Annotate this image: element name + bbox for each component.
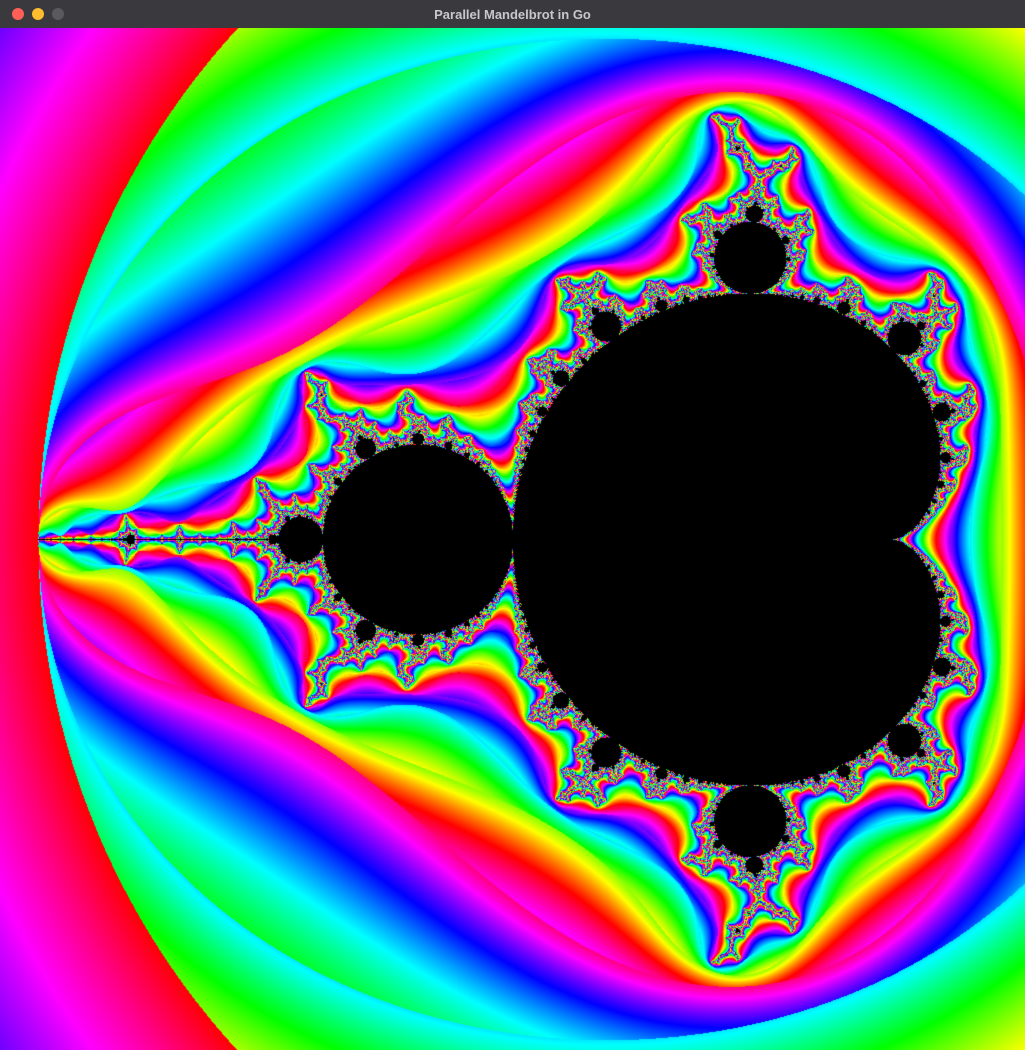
app-window: Parallel Mandelbrot in Go xyxy=(0,0,1025,1050)
mandelbrot-canvas[interactable] xyxy=(0,28,1025,1050)
titlebar[interactable]: Parallel Mandelbrot in Go xyxy=(0,0,1025,28)
content-area xyxy=(0,28,1025,1050)
maximize-window-button[interactable] xyxy=(52,8,64,20)
window-title: Parallel Mandelbrot in Go xyxy=(0,7,1025,22)
traffic-lights xyxy=(0,8,64,20)
close-window-button[interactable] xyxy=(12,8,24,20)
minimize-window-button[interactable] xyxy=(32,8,44,20)
